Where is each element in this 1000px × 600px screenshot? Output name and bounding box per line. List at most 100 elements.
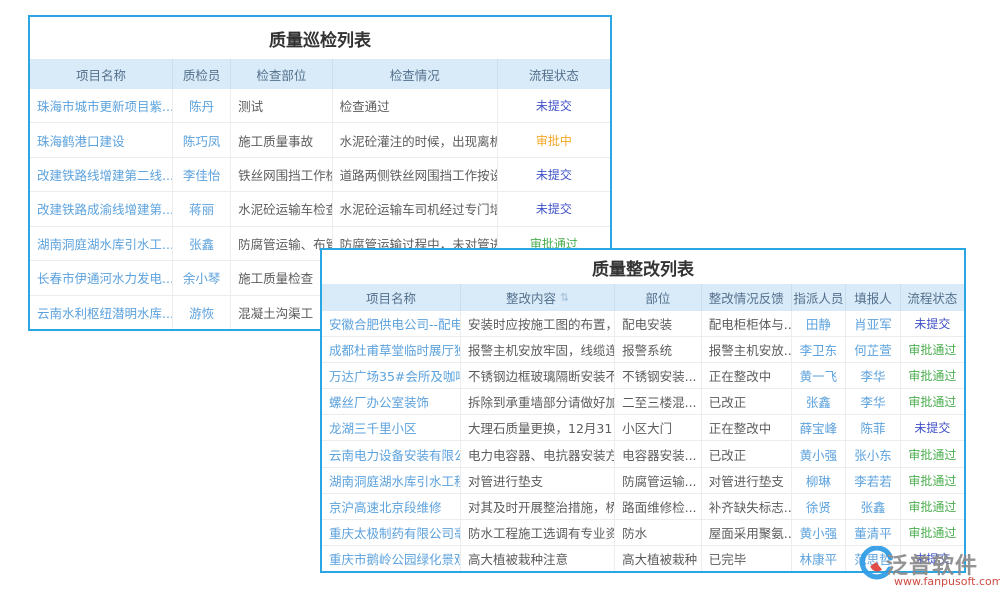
column-header-reporter: 填报人 — [845, 284, 900, 311]
rectification-part: 路面维修检... — [614, 494, 701, 519]
inspection-part: 混凝土沟渠工 — [230, 296, 332, 329]
sort-icon[interactable]: ⇅ — [560, 291, 569, 304]
inspection-part: 水泥砼运输车检查 — [230, 192, 332, 225]
rectification-part: 二至三楼混... — [614, 389, 701, 414]
rectification-part: 防腐管运输... — [614, 468, 701, 493]
column-header-project: 项目名称 — [322, 284, 460, 311]
reporter-link[interactable]: 陈菲 — [845, 415, 900, 440]
status-badge: 审批通过 — [900, 468, 964, 493]
project-name-link[interactable]: 湖南洞庭湖水库引水工程施工标 — [322, 468, 460, 493]
column-header-situation: 检查情况 — [332, 59, 497, 89]
feedback-text: 对管进行垫支 — [701, 468, 791, 493]
reporter-link[interactable]: 李若若 — [845, 468, 900, 493]
project-name-link[interactable]: 螺丝厂办公室装饰 — [322, 389, 460, 414]
column-header-label: 项目名称 — [366, 288, 416, 307]
reporter-link[interactable]: 张小东 — [845, 441, 900, 466]
project-name-link[interactable]: 珠海市城市更新项目紫... — [30, 89, 172, 122]
project-name-link[interactable]: 改建铁路成渝线增建第... — [30, 192, 172, 225]
project-name-link[interactable]: 改建铁路线增建第二线... — [30, 158, 172, 191]
reporter-link[interactable]: 李华 — [845, 363, 900, 388]
project-name-link[interactable]: 重庆太极制药有限公司亳州中... — [322, 520, 460, 545]
reporter-link[interactable]: 肖亚军 — [845, 311, 900, 336]
assignee-link[interactable]: 黄小强 — [791, 441, 846, 466]
reporter-link[interactable]: 张鑫 — [845, 494, 900, 519]
assignee-link[interactable]: 张鑫 — [791, 389, 846, 414]
rectification-content: 防水工程施工选调有专业资质... — [460, 520, 614, 545]
project-name-link[interactable]: 重庆市鹅岭公园绿化景观提升... — [322, 546, 460, 571]
status-badge: 未提交 — [497, 158, 610, 191]
inspector-link[interactable]: 陈丹 — [172, 89, 230, 122]
inspector-link[interactable]: 张鑫 — [172, 227, 230, 260]
column-header-content[interactable]: 整改内容 ⇅ — [460, 284, 614, 311]
reporter-link[interactable]: 何芷萱 — [845, 337, 900, 362]
project-name-link[interactable]: 京沪高速北京段维修 — [322, 494, 460, 519]
table-title: 质量整改列表 — [322, 250, 964, 284]
column-header-label: 整改内容 — [506, 288, 556, 307]
project-name-link[interactable]: 龙湖三千里小区 — [322, 415, 460, 440]
rectification-part: 防水 — [614, 520, 701, 545]
column-header-part: 部位 — [614, 284, 701, 311]
reporter-link[interactable]: 董清平 — [845, 520, 900, 545]
rectification-content: 对管进行垫支 — [460, 468, 614, 493]
project-name-link[interactable]: 万达广场35#会所及咖啡厅空... — [322, 363, 460, 388]
project-name-link[interactable]: 珠海鹤港口建设 — [30, 123, 172, 156]
rectification-content: 安装时应按施工图的布置，将... — [460, 311, 614, 336]
inspection-part: 测试 — [230, 89, 332, 122]
status-badge: 审批通过 — [900, 441, 964, 466]
column-header-part: 检查部位 — [230, 59, 332, 89]
column-header-label: 填报人 — [854, 288, 892, 307]
assignee-link[interactable]: 田静 — [791, 311, 846, 336]
status-badge: 未提交 — [497, 192, 610, 225]
rectification-content: 电力电容器、电抗器安装方案... — [460, 441, 614, 466]
rectification-part: 电容器安装... — [614, 441, 701, 466]
rectification-content: 对其及时开展整治措施，桥头... — [460, 494, 614, 519]
assignee-link[interactable]: 薛宝峰 — [791, 415, 846, 440]
status-badge: 未提交 — [900, 311, 964, 336]
table-row: 成都杜甫草堂临时展厅独立展...报警主机安放牢固，线缆连接...报警系统报警主机… — [322, 336, 964, 362]
table-header-row: 项目名称质检员检查部位检查情况流程状态 — [30, 59, 610, 89]
table-row: 螺丝厂办公室装饰拆除到承重墙部分请做好加固...二至三楼混...已改正张鑫李华审… — [322, 388, 964, 414]
column-header-status: 流程状态 — [497, 59, 610, 89]
brand-watermark: 泛普软件 www.fanpusoft.com — [860, 544, 996, 594]
inspector-link[interactable]: 陈巧凤 — [172, 123, 230, 156]
inspector-link[interactable]: 余小琴 — [172, 261, 230, 294]
rectification-part: 配电安装 — [614, 311, 701, 336]
assignee-link[interactable]: 黄一飞 — [791, 363, 846, 388]
table-body: 安徽合肥供电公司--配电设备...安装时应按施工图的布置，将...配电安装配电柜… — [322, 311, 964, 571]
project-name-link[interactable]: 云南水利枢纽潜明水库... — [30, 296, 172, 329]
column-header-label: 检查部位 — [256, 65, 306, 84]
table-row: 重庆太极制药有限公司亳州中...防水工程施工选调有专业资质...防水屋面采用聚氨… — [322, 519, 964, 545]
inspector-link[interactable]: 李佳怡 — [172, 158, 230, 191]
column-header-label: 指派人员 — [793, 288, 843, 307]
table-row: 安徽合肥供电公司--配电设备...安装时应按施工图的布置，将...配电安装配电柜… — [322, 311, 964, 336]
assignee-link[interactable]: 徐贤 — [791, 494, 846, 519]
inspector-link[interactable]: 蒋丽 — [172, 192, 230, 225]
column-header-inspector: 质检员 — [172, 59, 230, 89]
rectification-part: 高大植被栽种 — [614, 546, 701, 571]
column-header-assignee: 指派人员 — [791, 284, 846, 311]
rectification-content: 大理石质量更换，12月31日之... — [460, 415, 614, 440]
assignee-link[interactable]: 林康平 — [791, 546, 846, 571]
feedback-text: 已改正 — [701, 389, 791, 414]
inspection-part: 防腐管运输、布管 — [230, 227, 332, 260]
project-name-link[interactable]: 成都杜甫草堂临时展厅独立展... — [322, 337, 460, 362]
feedback-text: 补齐缺失标志... — [701, 494, 791, 519]
inspection-part: 铁丝网围挡工作检查 — [230, 158, 332, 191]
status-badge: 审批通过 — [900, 520, 964, 545]
project-name-link[interactable]: 安徽合肥供电公司--配电设备... — [322, 311, 460, 336]
assignee-link[interactable]: 李卫东 — [791, 337, 846, 362]
feedback-text: 已完毕 — [701, 546, 791, 571]
table-row: 珠海市城市更新项目紫...陈丹测试检查通过未提交 — [30, 89, 610, 122]
project-name-link[interactable]: 湖南洞庭湖水库引水工... — [30, 227, 172, 260]
table-row: 湖南洞庭湖水库引水工程施工标对管进行垫支防腐管运输...对管进行垫支柳琳李若若审… — [322, 467, 964, 493]
feedback-text: 配电柜柜体与... — [701, 311, 791, 336]
project-name-link[interactable]: 长春市伊通河水力发电... — [30, 261, 172, 294]
column-header-label: 流程状态 — [907, 288, 957, 307]
assignee-link[interactable]: 黄小强 — [791, 520, 846, 545]
reporter-link[interactable]: 李华 — [845, 389, 900, 414]
status-badge: 审批通过 — [900, 389, 964, 414]
project-name-link[interactable]: 云南电力设备安装有限公司20... — [322, 441, 460, 466]
inspector-link[interactable]: 游恢 — [172, 296, 230, 329]
table-row: 珠海鹤港口建设陈巧凤施工质量事故水泥砼灌注的时候，出现离析现象审批中 — [30, 122, 610, 156]
assignee-link[interactable]: 柳琳 — [791, 468, 846, 493]
